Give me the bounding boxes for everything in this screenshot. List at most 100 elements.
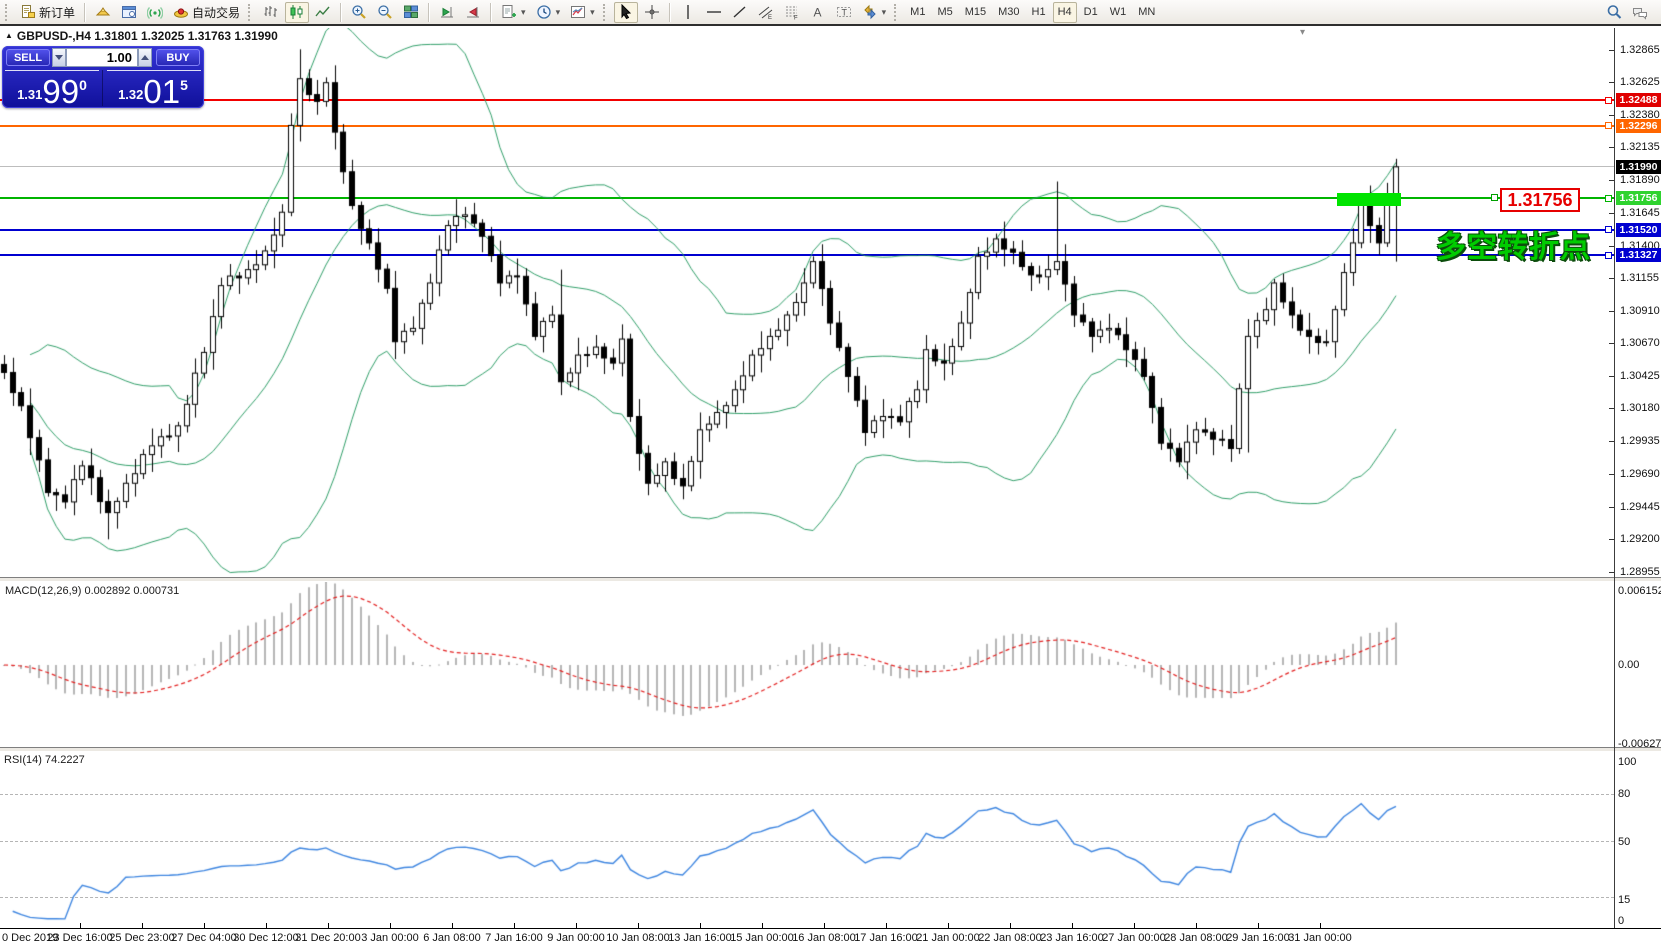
toolbar-grip[interactable] [248,4,254,21]
line-chart-icon [315,4,331,20]
sell-button[interactable]: SELL [6,49,50,66]
caret-down-icon [55,55,63,60]
toolbar-tf-m5-button[interactable]: M5 [932,2,957,23]
time-axis-label: 31 Jan 00:00 [1288,932,1352,944]
toolbar-separator [428,3,430,22]
toolbar-tf-m1-button[interactable]: M1 [905,2,930,23]
time-axis-label: 15 Jan 00:00 [730,932,794,944]
rsi-axis-label: 100 [1618,756,1636,768]
support-line-1-handle[interactable] [1605,226,1612,233]
toolbar-new-order-button[interactable]: 新订单 [16,2,79,23]
toolbar-tf-w1-label: W1 [1110,6,1127,18]
price-axis-tick-label: 1.31890 [1620,174,1660,186]
toolbar-fibonacci-retracement-button[interactable]: F [780,2,804,23]
price-chart-canvas[interactable] [0,28,1614,577]
toolbar-tf-mn-button[interactable]: MN [1133,2,1160,23]
toolbar-text-button[interactable]: A [806,2,830,23]
buy-button[interactable]: BUY [156,49,200,66]
price-axis-tick [1609,507,1614,508]
search-icon [1606,4,1622,20]
toolbar-signals-button[interactable] [143,2,167,23]
toolbar-tf-h1-button[interactable]: H1 [1027,2,1051,23]
toolbar-auto-scroll-button[interactable] [435,2,459,23]
toolbar-trendline-button[interactable] [728,2,752,23]
current-bid-line-price-label: 1.31990 [1616,160,1661,174]
macd-pane-canvas[interactable] [0,581,1614,748]
toolbar-tf-m5-label: M5 [937,6,952,18]
price-callout-box[interactable]: 1.31756 [1500,188,1580,212]
price-axis-tick [1609,115,1614,116]
toolbar-tile-windows-button[interactable] [399,2,423,23]
toolbar-arrows-button[interactable]: ▾ [858,2,891,23]
rsi-axis-label: 80 [1618,788,1630,800]
support-line-2-handle[interactable] [1605,252,1612,259]
toolbar-templates-button[interactable]: ▾ [566,2,599,23]
toolbar-grip[interactable] [5,4,11,21]
price-axis-tick [1609,278,1614,279]
toolbar-tf-m15-button[interactable]: M15 [960,2,991,23]
toolbar-chart-shift-button[interactable] [461,2,485,23]
tile-windows-icon [403,4,419,20]
annotation-text[interactable]: 多空转折点 [1436,222,1591,266]
pane-separator-macd[interactable] [0,577,1661,582]
resistance-line-2-handle[interactable] [1605,122,1612,129]
price-axis-tick-label: 1.31645 [1620,207,1660,219]
price-axis-tick-label: 1.30670 [1620,337,1660,349]
toolbar-periods-button[interactable]: ▾ [532,2,565,23]
time-axis-label: 27 Jan 00:00 [1102,932,1166,944]
fibonacci-retracement-icon: F [784,4,800,20]
toolbar-search-button[interactable] [1602,2,1626,23]
toolbar-horizontal-line-button[interactable] [702,2,726,23]
toolbar-text-label-button[interactable]: T [832,2,856,23]
toolbar-tf-d1-button[interactable]: D1 [1079,2,1103,23]
volume-increase-button[interactable] [138,48,152,67]
time-axis-tick [948,923,949,928]
toolbar-equidistant-channel-button[interactable]: E [754,2,778,23]
rsi-pane-canvas[interactable] [0,750,1614,928]
toolbar-market-watch-window-button[interactable] [117,2,141,23]
toolbar-bar-chart-button[interactable] [259,2,283,23]
time-axis-label: 27 Dec 04:00 [171,932,236,944]
toolbar-community-button[interactable] [1628,2,1652,23]
buy-price[interactable]: 1.32015 [103,72,203,106]
toolbar-line-chart-button[interactable] [311,2,335,23]
resistance-line-1-handle[interactable] [1605,97,1612,104]
svg-text:F: F [794,16,798,21]
price-zone-rectangle[interactable] [1337,193,1401,206]
sell-price-base: 1.31 [17,87,42,102]
line-selection-handle[interactable] [1491,194,1498,201]
toolbar-indicators-list-button[interactable]: ▾ [497,2,530,23]
toolbar-tf-m30-button[interactable]: M30 [993,2,1024,23]
toolbar-candlestick-chart-button[interactable] [285,2,309,23]
macd-axis-label: -0.006278 [1618,738,1661,750]
toolbar-zoom-out-button[interactable] [373,2,397,23]
time-axis-label: 16 Jan 08:00 [792,932,856,944]
sell-price[interactable]: 1.31990 [2,72,102,106]
toolbar-vertical-line-button[interactable] [676,2,700,23]
toolbar-tf-h4-button[interactable]: H4 [1053,2,1077,23]
price-axis-tick [1609,572,1614,573]
volume-decrease-button[interactable] [52,48,66,67]
toolbar-cursor-button[interactable] [614,2,638,23]
toolbar-auto-trading-button[interactable]: 自动交易 [169,2,244,23]
toolbar-grip[interactable] [894,4,900,21]
chart-dropdown-arrow[interactable]: ▾ [1300,27,1305,38]
price-axis-tick [1609,343,1614,344]
pivot-line-handle[interactable] [1605,195,1612,202]
macd-label: MACD(12,26,9) 0.002892 0.000731 [5,585,179,597]
toolbar-tf-w1-button[interactable]: W1 [1105,2,1132,23]
toolbar-grip[interactable] [603,4,609,21]
time-axis-tick [514,923,515,928]
toolbar-crosshair-button[interactable] [640,2,664,23]
toolbar-auto-trading-label: 自动交易 [192,4,240,21]
time-axis-tick [700,923,701,928]
pane-separator-rsi[interactable] [0,747,1661,752]
price-axis-tick-label: 1.32135 [1620,141,1660,153]
volume-input[interactable] [66,48,138,67]
time-axis-label: 6 Jan 08:00 [423,932,481,944]
panel-divider [107,70,201,71]
svg-text:T: T [841,8,847,18]
toolbar-metaeditor-button[interactable] [91,2,115,23]
toolbar-zoom-in-button[interactable] [347,2,371,23]
metaeditor-icon [95,4,111,20]
